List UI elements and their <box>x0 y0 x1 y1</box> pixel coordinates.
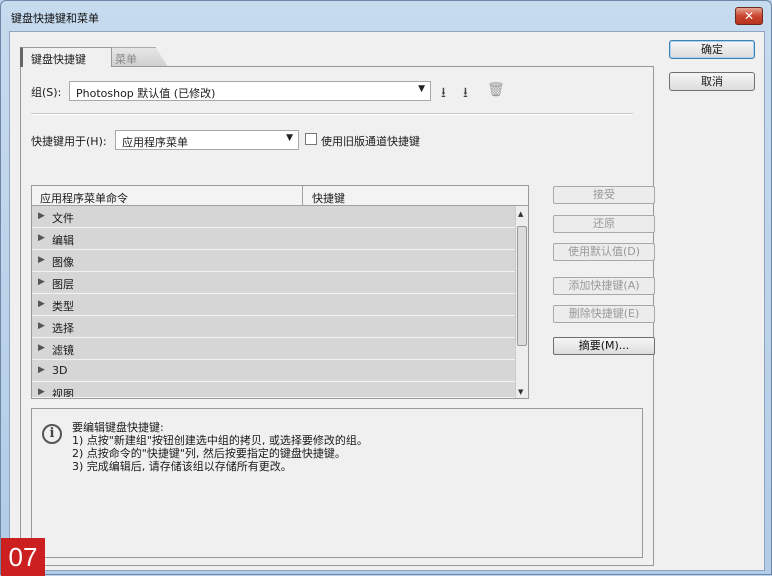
trash-icon[interactable]: 🗑 <box>487 82 505 98</box>
expand-triangle-icon[interactable]: ▶ <box>38 211 45 221</box>
row-label: 滤镜 <box>52 344 74 357</box>
group-select-value: Photoshop 默认值 (已修改) <box>76 87 216 100</box>
expand-triangle-icon[interactable]: ▶ <box>38 365 45 375</box>
expand-triangle-icon[interactable]: ▶ <box>38 387 45 397</box>
scroll-up-icon[interactable]: ▲ <box>518 210 523 218</box>
expand-triangle-icon[interactable]: ▶ <box>38 233 45 243</box>
row-label: 类型 <box>52 300 74 313</box>
column-divider <box>302 186 303 206</box>
step-badge: 07 <box>1 538 45 576</box>
vertical-scrollbar[interactable]: ▲ ▼ <box>515 206 528 398</box>
group-select[interactable]: Photoshop 默认值 (已修改) ▼ <box>69 81 431 101</box>
table-row[interactable]: ▶ 文件 <box>32 206 516 228</box>
delete-shortcut-button[interactable]: 删除快捷键(E) <box>553 305 655 323</box>
row-label: 图像 <box>52 256 74 269</box>
save-icon[interactable]: ⭳ <box>441 82 446 106</box>
chevron-down-icon: ▼ <box>286 133 293 143</box>
cancel-button[interactable]: 取消 <box>669 72 755 91</box>
tab-keyboard-shortcuts[interactable]: 键盘快捷键 <box>20 47 112 67</box>
save-as-icon[interactable]: ⭳ <box>463 82 468 106</box>
table-row[interactable]: ▶ 图层 <box>32 272 516 294</box>
row-label: 文件 <box>52 212 74 225</box>
column-header-command[interactable]: 应用程序菜单命令 <box>40 190 128 206</box>
window-title: 键盘快捷键和菜单 <box>11 12 99 25</box>
table-row[interactable]: ▶ 类型 <box>32 294 516 316</box>
use-default-button[interactable]: 使用默认值(D) <box>553 243 655 261</box>
add-shortcut-button[interactable]: 添加快捷键(A) <box>553 277 655 295</box>
expand-triangle-icon[interactable]: ▶ <box>38 277 45 287</box>
info-icon: i <box>42 424 62 444</box>
info-panel: i 要编辑键盘快捷键: 1) 点按"新建组"按钮创建选中组的拷贝, 或选择要修改… <box>31 408 643 558</box>
row-label: 视图 <box>52 388 74 398</box>
divider <box>31 113 633 115</box>
table-row[interactable]: ▶ 编辑 <box>32 228 516 250</box>
shortcuts-table: 应用程序菜单命令 快捷键 ▶ 文件 ▶ 编辑 ▶ 图像 ▶ 图层 ▶ 类型 ▶ 选择 ▶ 滤镜… <box>31 185 529 399</box>
dialog-body: 键盘快捷键 菜单 组(S): Photoshop 默认值 (已修改) ▼ ⭳ ⭳… <box>9 31 765 571</box>
info-line: 3) 完成编辑后, 请存储该组以存储所有更改。 <box>72 460 292 473</box>
table-row[interactable]: ▶ 选择 <box>32 316 516 338</box>
undo-button[interactable]: 还原 <box>553 215 655 233</box>
table-row[interactable]: ▶ 滤镜 <box>32 338 516 360</box>
scroll-down-icon[interactable]: ▼ <box>518 388 523 396</box>
table-row[interactable]: ▶ 图像 <box>32 250 516 272</box>
accept-button[interactable]: 接受 <box>553 186 655 204</box>
group-label: 组(S): <box>31 86 62 99</box>
title-bar: 键盘快捷键和菜单 ✕ <box>1 1 771 31</box>
legacy-channel-checkbox[interactable] <box>305 133 317 145</box>
row-label: 3D <box>52 364 68 377</box>
shortcuts-panel: 组(S): Photoshop 默认值 (已修改) ▼ ⭳ ⭳ 🗑 快捷键用于(… <box>20 66 655 566</box>
shortcuts-for-value: 应用程序菜单 <box>122 136 188 149</box>
ok-button[interactable]: 确定 <box>669 40 755 59</box>
table-row[interactable]: ▶ 视图 <box>32 382 516 398</box>
table-row[interactable]: ▶ 3D <box>32 360 516 382</box>
row-label: 编辑 <box>52 234 74 247</box>
chevron-down-icon: ▼ <box>418 84 425 94</box>
shortcuts-for-label: 快捷键用于(H): <box>31 135 107 148</box>
table-header: 应用程序菜单命令 快捷键 <box>32 186 528 206</box>
row-label: 选择 <box>52 322 74 335</box>
row-label: 图层 <box>52 278 74 291</box>
expand-triangle-icon[interactable]: ▶ <box>38 321 45 331</box>
expand-triangle-icon[interactable]: ▶ <box>38 255 45 265</box>
close-button[interactable]: ✕ <box>735 7 763 25</box>
summary-button[interactable]: 摘要(M)... <box>553 337 655 355</box>
expand-triangle-icon[interactable]: ▶ <box>38 343 45 353</box>
legacy-channel-label: 使用旧版通道快捷键 <box>321 135 420 148</box>
column-header-shortcut[interactable]: 快捷键 <box>312 190 345 206</box>
tab-menus[interactable]: 菜单 <box>106 47 168 67</box>
scroll-thumb[interactable] <box>517 226 527 346</box>
dialog-window: 键盘快捷键和菜单 ✕ 键盘快捷键 菜单 组(S): Photoshop 默认值 … <box>0 0 772 576</box>
shortcuts-for-select[interactable]: 应用程序菜单 ▼ <box>115 130 299 150</box>
expand-triangle-icon[interactable]: ▶ <box>38 299 45 309</box>
